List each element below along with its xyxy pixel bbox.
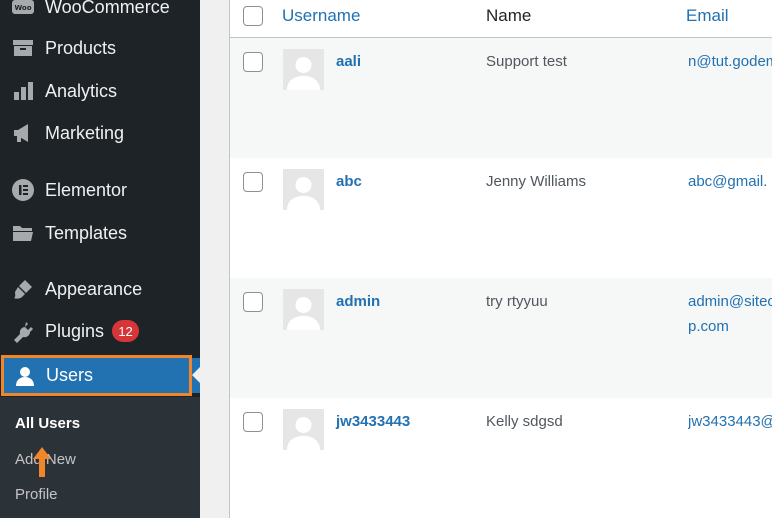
submenu-profile[interactable]: Profile — [15, 486, 58, 503]
menu-label: Elementor — [45, 179, 128, 200]
menu-item-woocommerce[interactable]: Woo WooCommerce — [0, 0, 200, 27]
update-count-badge: 12 — [112, 320, 140, 343]
row-checkbox[interactable] — [243, 292, 263, 312]
table-row: admin try rtyyuu admin@siteop.com — [230, 278, 772, 398]
elementor-icon — [10, 177, 36, 203]
svg-text:Woo: Woo — [14, 4, 31, 12]
plugin-icon — [10, 319, 36, 345]
avatar — [283, 409, 324, 450]
menu-label: Templates — [45, 222, 128, 243]
woo-icon: Woo — [10, 0, 36, 20]
brush-icon — [10, 276, 36, 302]
user-name: try rtyyuu — [486, 293, 548, 310]
avatar — [283, 169, 324, 210]
menu-item-analytics[interactable]: Analytics — [0, 71, 200, 111]
megaphone-icon — [10, 120, 36, 146]
email-link[interactable]: jw3433443@ — [688, 409, 772, 434]
menu-label: Marketing — [45, 122, 125, 143]
menu-item-appearance[interactable]: Appearance — [0, 269, 200, 309]
menu-item-marketing[interactable]: Marketing — [0, 113, 200, 153]
select-all-checkbox[interactable] — [243, 6, 263, 26]
main-content: Username Name Email aali Support test n@… — [200, 0, 772, 518]
column-username[interactable]: Username — [282, 6, 360, 26]
menu-item-plugins[interactable]: Plugins 12 — [0, 312, 200, 352]
products-icon — [10, 35, 36, 61]
table-header: Username Name Email — [230, 0, 772, 38]
menu-label: WooCommerce — [45, 0, 170, 17]
menu-label: Appearance — [45, 278, 143, 299]
menu-label: Analytics — [45, 80, 118, 101]
menu-item-users[interactable]: Users — [1, 355, 192, 396]
menu-label: Products — [45, 37, 117, 58]
folder-icon — [10, 220, 36, 246]
email-link[interactable]: n@tut.godem — [688, 49, 772, 74]
email-link[interactable]: abc@gmail. — [688, 169, 772, 194]
table-row: aali Support test n@tut.godem — [230, 38, 772, 158]
table-row: abc Jenny Williams abc@gmail. — [230, 158, 772, 278]
users-submenu: All Users Add New Profile — [0, 397, 200, 518]
username-link[interactable]: jw3433443 — [336, 413, 410, 430]
email-link[interactable]: admin@siteop.com — [688, 289, 772, 339]
analytics-icon — [10, 78, 36, 104]
username-link[interactable]: admin — [336, 293, 380, 310]
menu-item-products[interactable]: Products — [0, 28, 200, 68]
menu-item-templates[interactable]: Templates — [0, 213, 200, 253]
users-table: Username Name Email aali Support test n@… — [229, 0, 772, 518]
table-row: jw3433443 Kelly sdgsd jw3433443@ — [230, 398, 772, 518]
row-checkbox[interactable] — [243, 172, 263, 192]
avatar — [283, 49, 324, 90]
username-link[interactable]: abc — [336, 173, 362, 190]
column-name: Name — [486, 6, 532, 25]
username-link[interactable]: aali — [336, 53, 361, 70]
arrow-up-icon — [33, 447, 51, 477]
avatar — [283, 289, 324, 330]
menu-label: Plugins 12 — [45, 320, 140, 343]
submenu-all-users[interactable]: All Users — [15, 415, 80, 432]
row-checkbox[interactable] — [243, 52, 263, 72]
menu-item-elementor[interactable]: Elementor — [0, 170, 200, 210]
user-name: Support test — [486, 53, 567, 70]
admin-sidebar: Woo WooCommerce Products Analytics Marke… — [0, 0, 201, 518]
plugins-label: Plugins — [45, 320, 105, 341]
user-name: Jenny Williams — [486, 173, 587, 190]
column-email[interactable]: Email — [686, 6, 729, 26]
row-checkbox[interactable] — [243, 412, 263, 432]
menu-label: Users — [46, 365, 94, 385]
user-name: Kelly sdgsd — [486, 413, 563, 430]
user-icon — [12, 363, 38, 389]
